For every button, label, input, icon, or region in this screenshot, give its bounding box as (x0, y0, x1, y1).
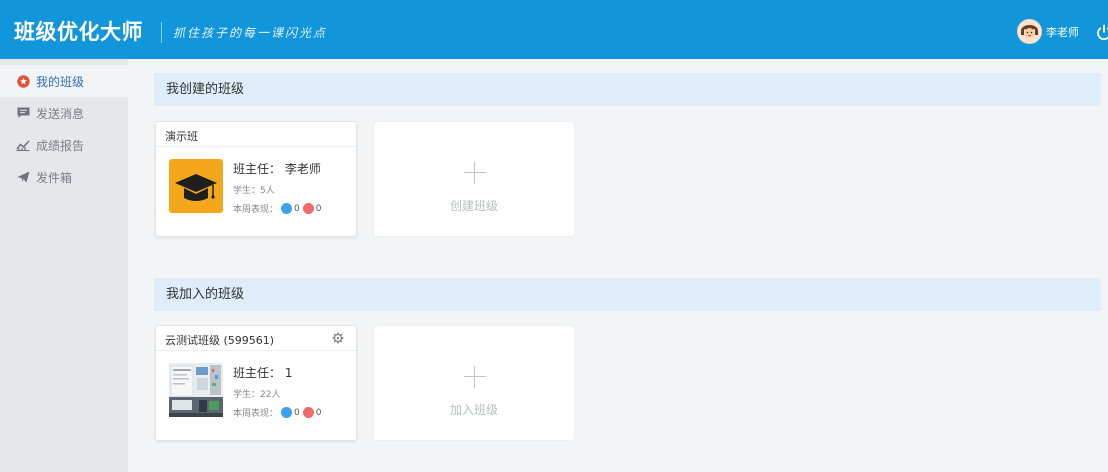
power-icon[interactable] (1096, 24, 1108, 45)
sidebar-item-label: 我的班级 (36, 74, 85, 89)
class-name: 云测试班级 (599561) (165, 334, 275, 347)
app-title: 班级优化大师 (14, 20, 143, 44)
smile-icon (281, 407, 293, 418)
badge-icon (16, 74, 30, 88)
class-teacher: 班主任： 李老师 (233, 162, 321, 176)
card-divider (156, 146, 356, 147)
sidebar-item-send-message[interactable]: 发送消息 (0, 97, 128, 129)
student-count: 学生：5人 (233, 186, 275, 196)
frown-icon (302, 203, 314, 214)
card-divider (156, 350, 356, 351)
weekly-performance: 本周表现： 0 0 (233, 406, 321, 419)
send-icon (16, 170, 30, 184)
class-card[interactable]: 演示班 班主任： 李老师 学生：5人 本周表现： 0 0 (155, 121, 357, 237)
class-teacher: 班主任： 1 (233, 366, 293, 380)
sidebar-item-score-report[interactable]: 成绩报告 (0, 129, 128, 161)
sidebar: 我的班级 发送消息 成绩报告 发件箱 (0, 59, 128, 472)
plus-icon (464, 366, 486, 388)
sidebar-item-my-classes[interactable]: 我的班级 (0, 65, 128, 97)
smile-icon (281, 203, 293, 214)
create-class-button[interactable]: 创建班级 (373, 121, 575, 237)
graduation-cap-icon (169, 159, 223, 213)
frown-icon (302, 407, 314, 418)
user-name[interactable]: 李老师 (1046, 24, 1079, 40)
weekly-performance: 本周表现： 0 0 (233, 202, 321, 215)
join-class-button[interactable]: 加入班级 (373, 325, 575, 441)
class-photo (169, 363, 223, 417)
sidebar-item-label: 发件箱 (36, 170, 73, 185)
criticism-count: 0 (315, 203, 322, 214)
criticism-count: 0 (315, 407, 322, 418)
performance-label: 本周表现： (233, 205, 279, 215)
create-class-label: 创建班级 (449, 199, 498, 213)
sidebar-item-outbox[interactable]: 发件箱 (0, 161, 128, 193)
praise-count: 0 (294, 407, 300, 418)
class-name: 演示班 (165, 130, 198, 143)
join-class-label: 加入班级 (449, 403, 498, 417)
app-slogan: 抓住孩子的每一课闪光点 (173, 26, 328, 40)
praise-count: 0 (294, 203, 300, 214)
joined-classes-header: 我加入的班级 (154, 278, 1101, 311)
message-icon (16, 106, 30, 120)
student-count: 学生：22人 (233, 390, 281, 400)
title-divider (161, 22, 162, 43)
user-menu[interactable]: 李老师 (1017, 19, 1079, 44)
plus-icon (464, 162, 486, 184)
gear-icon[interactable] (332, 332, 344, 347)
chart-icon (16, 138, 30, 152)
class-card[interactable]: 云测试班级 (599561) 班主任： 1 学生：22人 本周表现： 0 0 (155, 325, 357, 441)
created-classes-header: 我创建的班级 (154, 73, 1101, 106)
avatar[interactable] (1017, 19, 1042, 44)
performance-label: 本周表现： (233, 409, 279, 419)
sidebar-item-label: 成绩报告 (36, 138, 85, 153)
sidebar-item-label: 发送消息 (36, 106, 85, 121)
top-bar: 班级优化大师 抓住孩子的每一课闪光点 李老师 (0, 0, 1108, 59)
